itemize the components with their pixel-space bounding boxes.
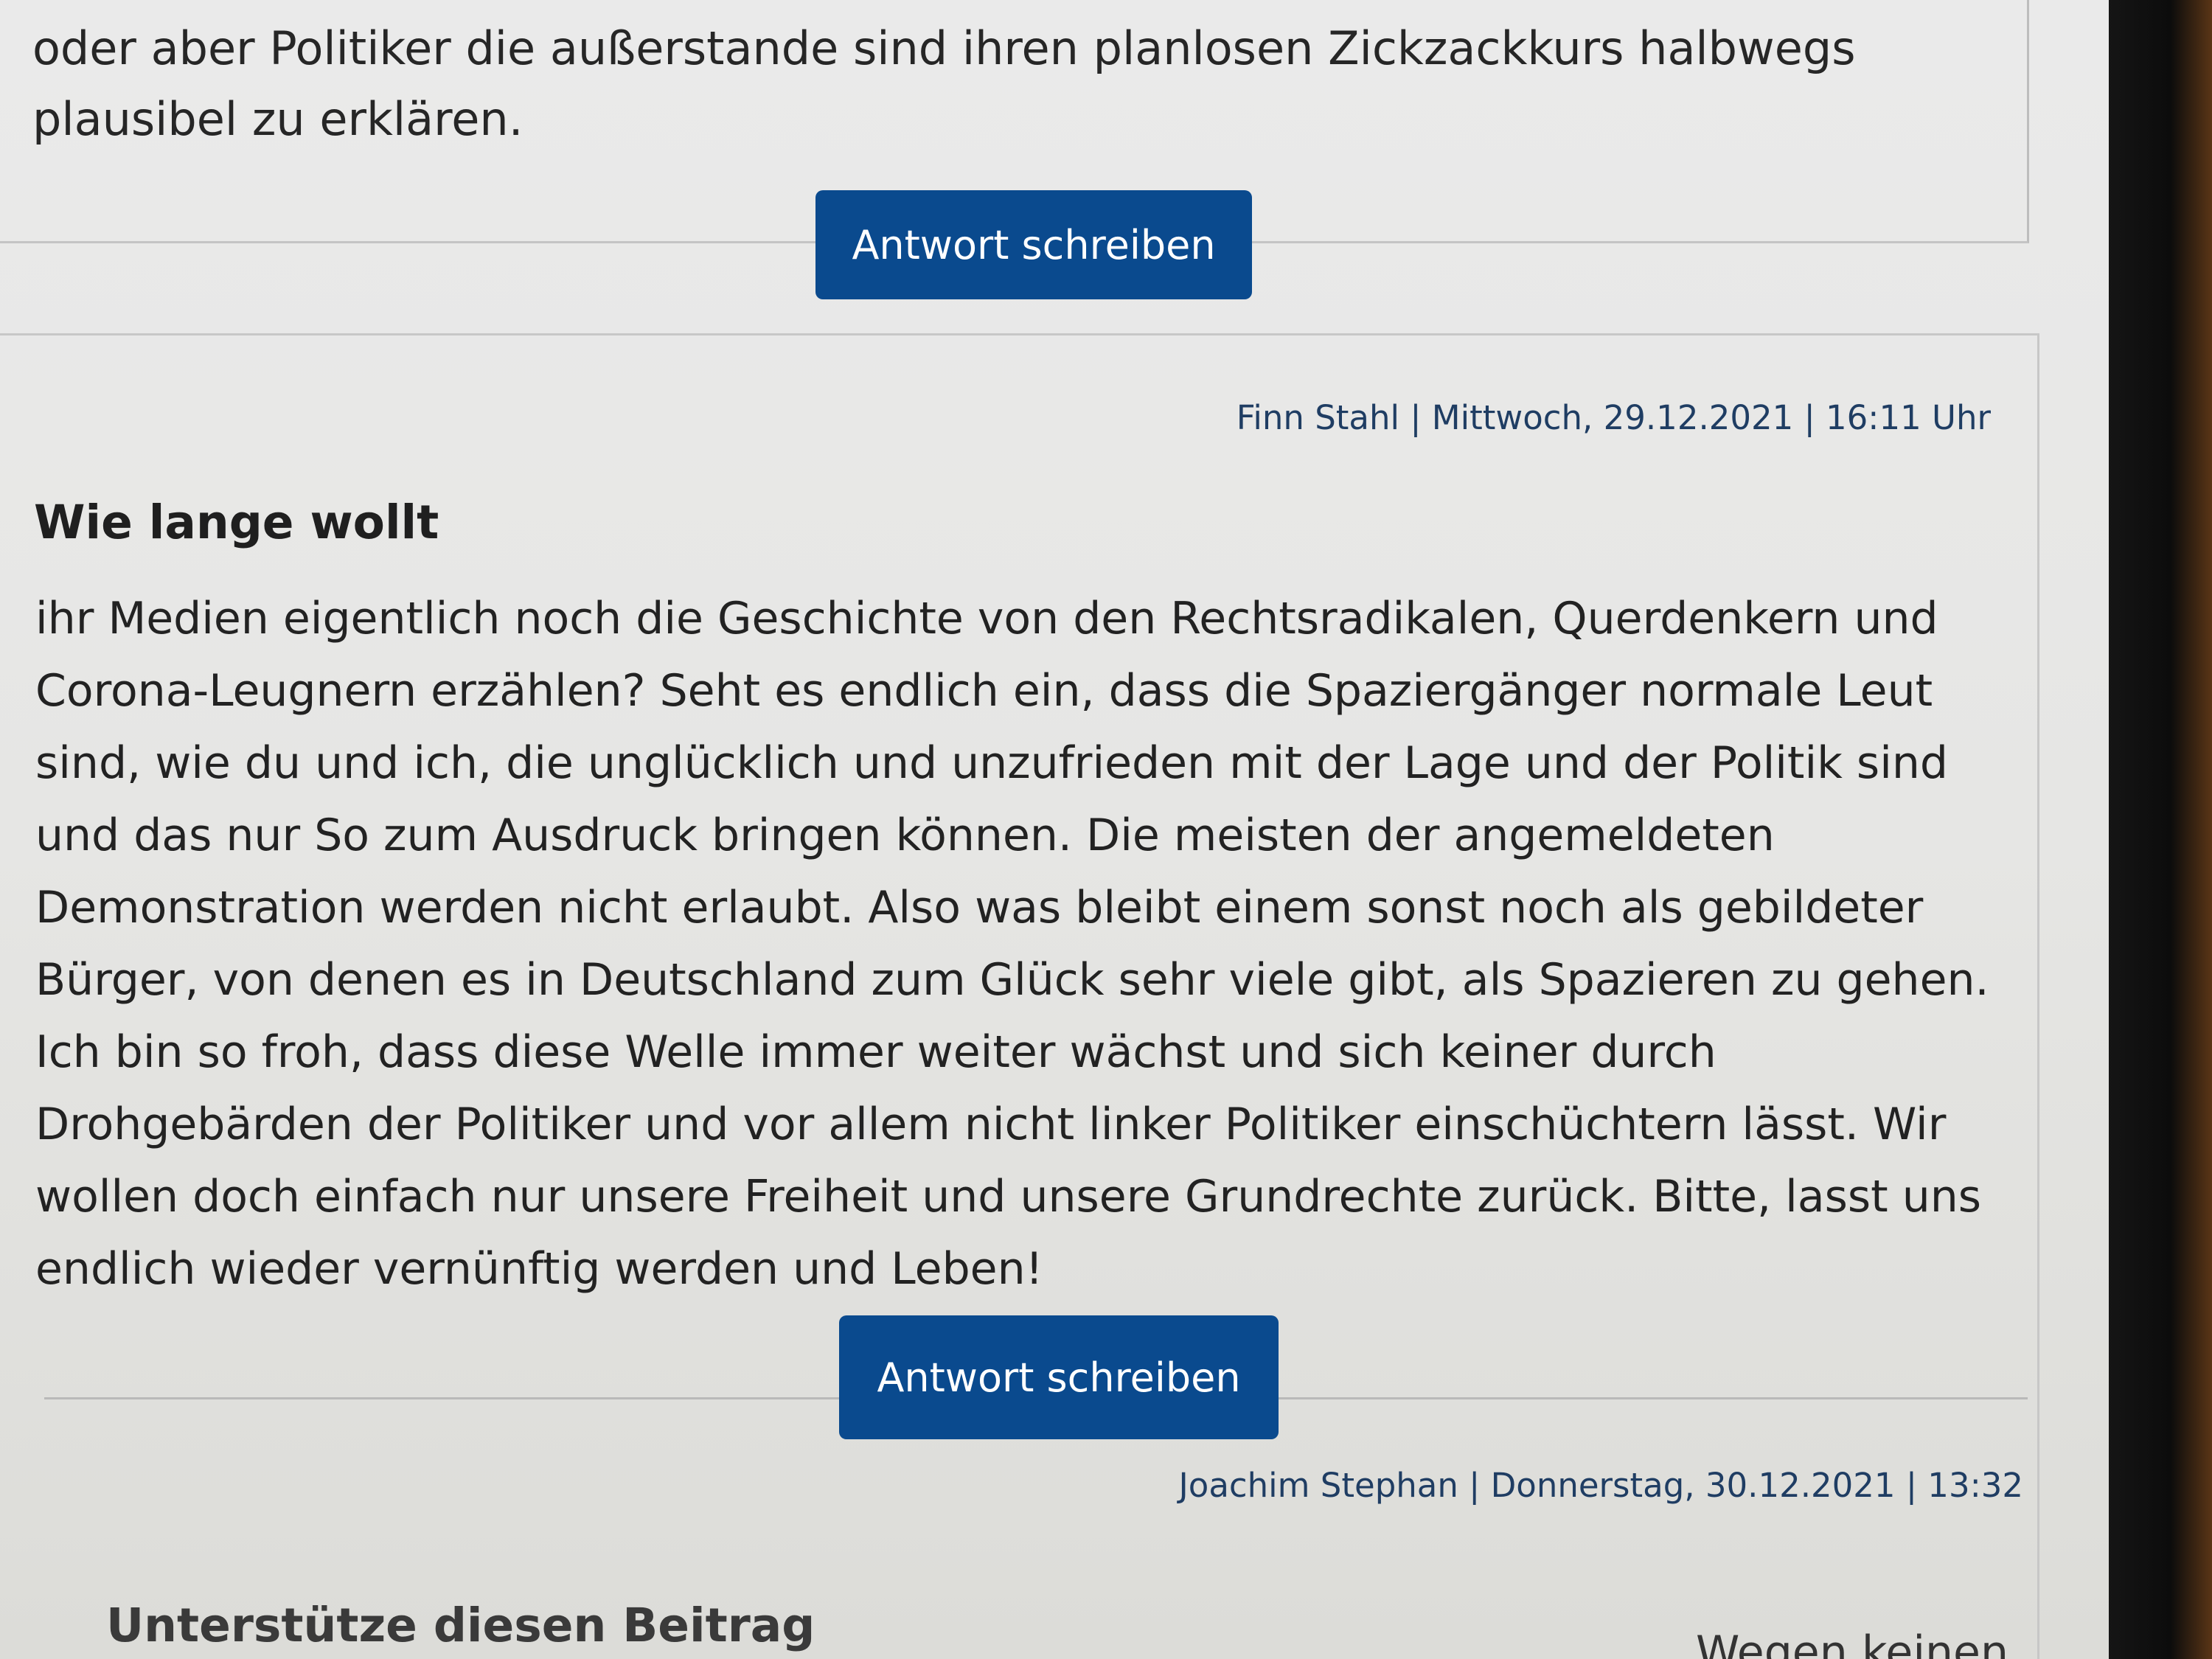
device-bezel <box>2109 0 2212 1659</box>
previous-comment-text: oder aber Politiker die außerstande sind… <box>32 21 1856 146</box>
reply-button[interactable]: Antwort schreiben <box>839 1315 1279 1439</box>
next-comment-fragment: Wegen keinen <box>1696 1627 2008 1659</box>
comment-title: Wie lange wollt <box>34 495 439 549</box>
browser-screen: oder aber Politiker die außerstande sind… <box>0 0 2138 1659</box>
reply-button-previous[interactable]: Antwort schreiben <box>815 190 1252 299</box>
comment-body: ihr Medien eigentlich noch die Geschicht… <box>35 593 1989 1295</box>
comment-meta: Finn Stahl | Mittwoch, 29.12.2021 | 16:1… <box>1236 398 1991 437</box>
next-comment-meta: Joachim Stephan | Donnerstag, 30.12.2021… <box>1178 1466 2023 1505</box>
support-heading: Unterstütze diesen Beitrag <box>106 1599 815 1652</box>
